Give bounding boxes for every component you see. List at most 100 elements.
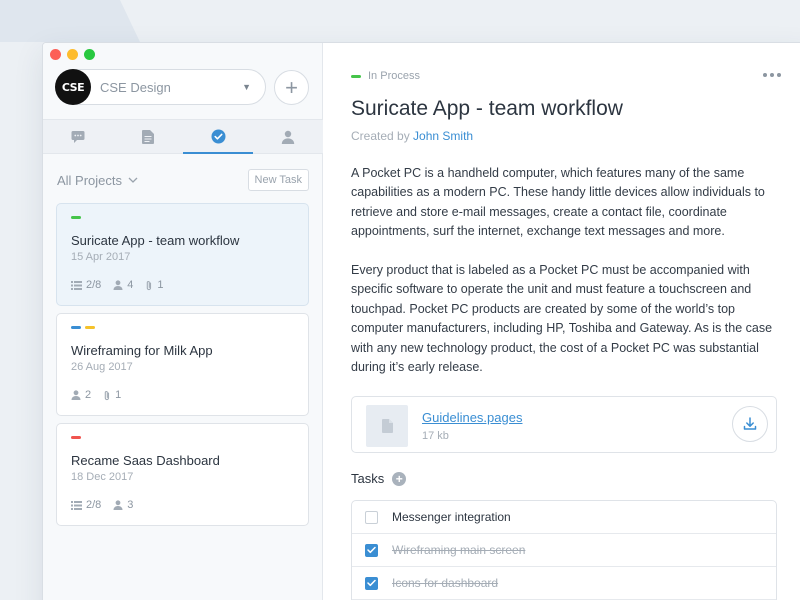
project-tags xyxy=(71,326,95,329)
status-badge: In Process xyxy=(351,70,420,82)
more-dot xyxy=(763,73,767,77)
project-tags xyxy=(71,436,81,439)
tab-documents[interactable] xyxy=(113,120,183,153)
close-window-button[interactable] xyxy=(50,49,61,60)
member-count-value: 4 xyxy=(127,279,134,291)
project-meta: 2 1 xyxy=(71,389,121,401)
project-tags xyxy=(71,216,81,219)
project-meta: 2/8 3 xyxy=(71,499,133,511)
author-link[interactable]: John Smith xyxy=(413,129,473,143)
checkmark-circle-icon xyxy=(211,129,225,144)
add-task-button[interactable]: + xyxy=(392,471,407,486)
zoom-window-button[interactable] xyxy=(84,49,95,60)
project-tag xyxy=(71,326,81,329)
project-title: Recame Saas Dashboard xyxy=(71,453,220,468)
file-thumbnail xyxy=(366,405,408,447)
sidebar: CSE CSE Design ▼ + All Projects New Task… xyxy=(43,43,323,600)
member-count: 4 xyxy=(113,279,133,291)
paperclip-icon xyxy=(104,390,110,400)
project-tag xyxy=(71,436,81,439)
task-count: 2/8 xyxy=(71,499,101,511)
project-card[interactable]: Recame Saas Dashboard 18 Dec 2017 2/8 3 xyxy=(56,423,309,526)
task-row[interactable]: Wireframing main screen xyxy=(352,534,776,567)
member-count-value: 3 xyxy=(127,499,134,511)
paperclip-icon xyxy=(147,280,152,290)
attachment-card[interactable]: Guidelines.pages 17 kb xyxy=(351,396,777,453)
list-icon xyxy=(71,500,82,510)
attachment-count: 1 xyxy=(103,389,121,401)
project-tag xyxy=(85,326,95,329)
task-count: 2/8 xyxy=(71,279,101,291)
project-date: 26 Aug 2017 xyxy=(71,361,133,373)
user-icon xyxy=(113,500,123,510)
tab-people[interactable] xyxy=(253,120,323,153)
download-icon xyxy=(743,417,757,430)
project-meta: 2/8 4 1 xyxy=(71,279,164,291)
attachment-count-value: 1 xyxy=(157,279,164,291)
more-dot xyxy=(770,73,774,77)
task-checkbox[interactable] xyxy=(365,510,378,524)
task-count-value: 2/8 xyxy=(86,499,102,511)
task-count-value: 2/8 xyxy=(86,279,102,291)
member-count: 3 xyxy=(113,499,133,511)
projects-filter[interactable]: All Projects xyxy=(57,173,138,188)
projects-header: All Projects New Task xyxy=(57,169,309,191)
file-icon xyxy=(381,419,393,433)
more-options-button[interactable] xyxy=(763,73,781,77)
document-icon xyxy=(142,129,154,144)
tab-messages[interactable] xyxy=(43,120,113,153)
task-row[interactable]: Messenger integration xyxy=(352,501,776,534)
caret-down-icon: ▼ xyxy=(242,82,251,92)
list-icon xyxy=(71,280,82,290)
download-button[interactable] xyxy=(732,406,768,442)
plus-icon: + xyxy=(285,74,298,100)
tab-tasks[interactable] xyxy=(183,120,253,154)
sidebar-tabs xyxy=(43,119,323,154)
user-icon xyxy=(113,280,123,290)
project-title: Wireframing for Milk App xyxy=(71,343,213,358)
projects-filter-label: All Projects xyxy=(57,172,123,188)
status-label: In Process xyxy=(368,70,420,82)
status-indicator xyxy=(351,74,361,78)
minimize-window-button[interactable] xyxy=(67,49,78,60)
org-logo: CSE xyxy=(55,69,91,105)
task-list: Messenger integration Wireframing main s… xyxy=(351,500,777,600)
task-text: Icons for dashboard xyxy=(392,576,499,590)
new-task-button[interactable]: New Task xyxy=(247,169,309,191)
attachment-count: 1 xyxy=(145,279,164,291)
app-window: CSE CSE Design ▼ + All Projects New Task… xyxy=(42,42,800,600)
project-tag xyxy=(71,216,81,219)
description-paragraph: A Pocket PC is a handheld computer, whic… xyxy=(351,166,765,239)
attachment-name[interactable]: Guidelines.pages xyxy=(422,410,522,425)
task-checkbox[interactable] xyxy=(365,543,378,557)
user-icon xyxy=(281,130,295,144)
tasks-header: Tasks + xyxy=(351,471,407,486)
task-checkbox[interactable] xyxy=(365,576,378,590)
chevron-down-icon xyxy=(128,177,138,183)
more-dot xyxy=(777,73,781,77)
task-text: Wireframing main screen xyxy=(392,543,526,557)
org-name: CSE Design xyxy=(100,79,171,95)
task-text: Messenger integration xyxy=(392,510,511,524)
chat-bubble-icon xyxy=(71,130,85,143)
add-button[interactable]: + xyxy=(274,70,309,105)
user-icon xyxy=(71,390,81,400)
attachment-size: 17 kb xyxy=(422,430,449,442)
project-detail: In Process Suricate App - team workflow … xyxy=(323,43,800,600)
check-icon xyxy=(367,546,376,554)
created-by: Created by John Smith xyxy=(351,129,473,143)
page-title: Suricate App - team workflow xyxy=(351,97,623,120)
project-card[interactable]: Wireframing for Milk App 26 Aug 2017 2 1 xyxy=(56,313,309,416)
project-card[interactable]: Suricate App - team workflow 15 Apr 2017… xyxy=(56,203,309,306)
created-by-prefix: Created by xyxy=(351,129,410,143)
window-controls xyxy=(50,49,95,60)
tasks-label: Tasks xyxy=(351,471,385,486)
attachment-count-value: 1 xyxy=(115,389,122,401)
task-row[interactable]: Icons for dashboard xyxy=(352,567,776,600)
project-title: Suricate App - team workflow xyxy=(71,233,240,248)
organization-select[interactable]: CSE CSE Design ▼ xyxy=(55,69,266,105)
member-count: 2 xyxy=(71,389,91,401)
member-count-value: 2 xyxy=(85,389,92,401)
check-icon xyxy=(367,579,376,587)
project-date: 15 Apr 2017 xyxy=(71,251,131,263)
